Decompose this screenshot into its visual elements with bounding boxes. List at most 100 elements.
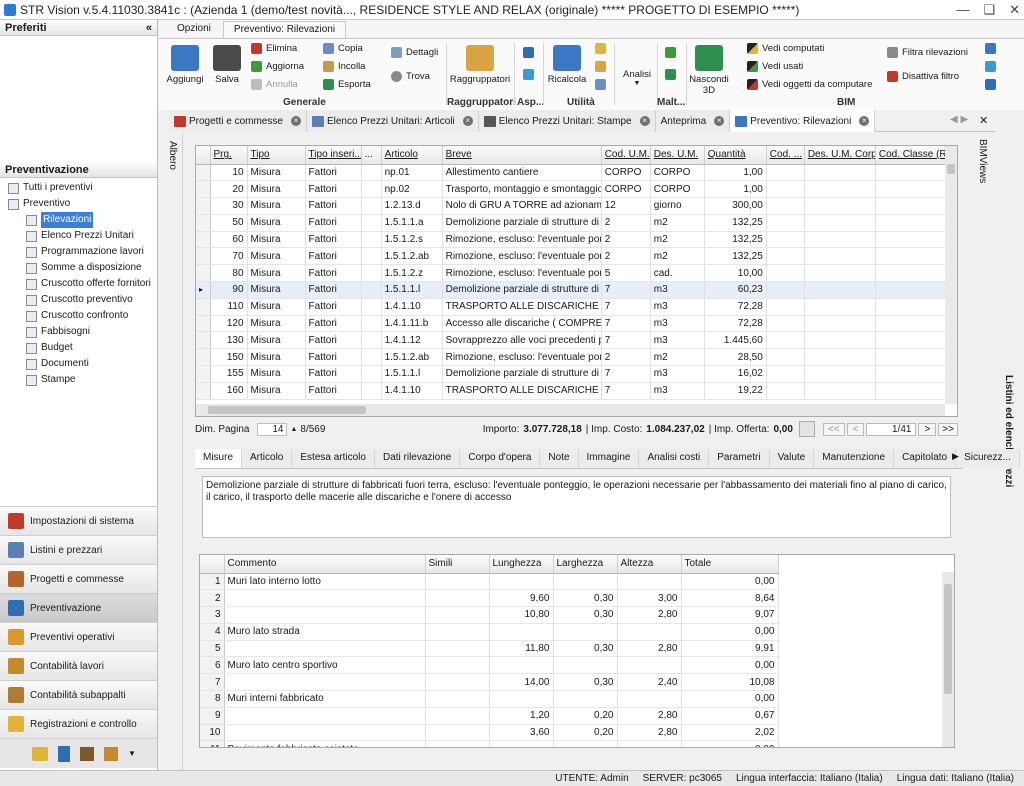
- table-cell[interactable]: 7: [601, 382, 651, 400]
- measures-cell[interactable]: 10,08: [681, 673, 779, 692]
- table-cell[interactable]: 1.5.1.1.l: [381, 281, 443, 299]
- row-selector[interactable]: [196, 365, 211, 383]
- measures-cell[interactable]: [489, 690, 554, 708]
- detail-tab[interactable]: Capitolato: [894, 449, 957, 468]
- measures-cell[interactable]: 0,30: [553, 673, 618, 692]
- table-cell[interactable]: 5: [601, 264, 651, 283]
- measures-cell[interactable]: [224, 606, 426, 624]
- measures-column-header[interactable]: Altezza: [617, 555, 682, 574]
- table-cell[interactable]: Rimozione, escluso: l'eventuale ponte...: [442, 231, 602, 249]
- row-selector[interactable]: [196, 298, 211, 316]
- measures-cell[interactable]: 2,02: [681, 724, 779, 742]
- measures-cell[interactable]: [617, 573, 682, 591]
- detail-tab[interactable]: Misure: [195, 449, 243, 468]
- measures-cell[interactable]: 9,60: [489, 589, 554, 608]
- measures-cell[interactable]: [617, 623, 682, 641]
- measures-cell[interactable]: Muri interni fabbricato: [224, 690, 426, 708]
- utility-button-2[interactable]: [595, 61, 610, 72]
- table-cell[interactable]: [875, 231, 947, 249]
- table-cell[interactable]: [804, 348, 876, 367]
- key-icon[interactable]: [32, 746, 48, 761]
- table-cell[interactable]: [804, 298, 876, 316]
- ricalcola-button[interactable]: Ricalcola: [545, 45, 589, 85]
- detail-tab[interactable]: Corpo d'opera: [460, 449, 541, 468]
- close-tab-icon[interactable]: ×: [462, 116, 473, 126]
- measures-row[interactable]: 1 Muri lato interno lotto 0,00: [200, 573, 779, 591]
- table-cell[interactable]: [804, 197, 876, 215]
- measures-row[interactable]: 10 3,60 0,20 2,80 2,02: [200, 724, 779, 742]
- table-cell[interactable]: 1.2.13.d: [381, 197, 443, 215]
- bimviews-tab[interactable]: BIMViews: [977, 139, 988, 183]
- table-cell[interactable]: Fattori: [305, 264, 362, 283]
- measures-cell[interactable]: [224, 707, 426, 725]
- disattiva-filtro-button[interactable]: Disattiva filtro: [887, 71, 959, 82]
- measures-cell[interactable]: [617, 740, 682, 747]
- table-cell[interactable]: [361, 214, 382, 232]
- measures-cell[interactable]: Pavimento fabbricato esistete: [224, 740, 426, 747]
- collapse-icon[interactable]: «: [146, 22, 152, 34]
- table-cell[interactable]: [766, 382, 805, 400]
- table-cell[interactable]: [361, 382, 382, 400]
- table-cell[interactable]: [361, 315, 382, 333]
- table-cell[interactable]: 132,25: [704, 231, 767, 249]
- table-cell[interactable]: 1,00: [704, 164, 767, 182]
- table-cell[interactable]: Misura: [247, 164, 306, 182]
- measures-cell[interactable]: 3,60: [489, 724, 554, 742]
- annulla-button[interactable]: Annulla: [251, 79, 298, 90]
- table-cell[interactable]: [766, 180, 805, 199]
- nav-module-button[interactable]: Preventivi operativi: [0, 622, 157, 651]
- row-selector[interactable]: [196, 382, 211, 400]
- measures-cell[interactable]: [553, 573, 618, 591]
- table-cell[interactable]: Allestimento cantiere: [442, 164, 602, 182]
- table-row[interactable]: 160 Misura Fattori 1.4.1.10 TRASPORTO ALLE D…: [196, 382, 947, 400]
- measures-cell[interactable]: [425, 573, 490, 591]
- measures-cell[interactable]: 0,00: [681, 690, 779, 708]
- table-cell[interactable]: TRASPORTO ALLE DISCARICHE di ma...: [442, 298, 602, 316]
- measures-cell[interactable]: Muro lato strada: [224, 623, 426, 641]
- sidebar-tree-item[interactable]: Budget: [4, 340, 153, 356]
- measures-cell[interactable]: 3,00: [617, 589, 682, 608]
- detail-tab[interactable]: Immagine: [578, 449, 640, 468]
- table-cell[interactable]: 16,02: [704, 365, 767, 383]
- column-header[interactable]: Cod. U.M.: [601, 146, 651, 165]
- table-cell[interactable]: m2: [650, 214, 705, 232]
- table-cell[interactable]: CORPO: [601, 164, 651, 182]
- tabs-scroll-right-icon[interactable]: ▶: [952, 451, 959, 462]
- aggiungi-button[interactable]: Aggiungi: [163, 45, 207, 85]
- measures-cell[interactable]: [489, 623, 554, 641]
- row-selector[interactable]: [196, 164, 211, 182]
- table-row[interactable]: 70 Misura Fattori 1.5.1.2.ab Rimozione, escl…: [196, 247, 947, 266]
- table-cell[interactable]: [361, 348, 382, 367]
- table-cell[interactable]: m3: [650, 315, 705, 333]
- close-tab-icon[interactable]: ×: [639, 116, 650, 126]
- notebook-icon[interactable]: [80, 746, 94, 761]
- row-selector[interactable]: [196, 197, 211, 215]
- measures-cell[interactable]: Muri lato interno lotto: [224, 573, 426, 591]
- table-row[interactable]: 110 Misura Fattori 1.4.1.10 TRASPORTO ALLE D…: [196, 298, 947, 316]
- measures-cell[interactable]: Muro lato centro sportivo: [224, 656, 426, 675]
- esporta-button[interactable]: Esporta: [323, 79, 371, 90]
- sidebar-tree-item[interactable]: Preventivo: [4, 196, 153, 212]
- nav-module-button[interactable]: Contabilità subappalti: [0, 680, 157, 709]
- column-header[interactable]: Tipo: [247, 146, 306, 165]
- table-row[interactable]: 60 Misura Fattori 1.5.1.2.s Rimozione, esclu…: [196, 231, 947, 249]
- doc-tab-articoli[interactable]: Elenco Prezzi Unitari: Articoli ×: [306, 110, 479, 132]
- page-size-spinner-icon[interactable]: ▲: [290, 426, 297, 433]
- table-cell[interactable]: m3: [650, 298, 705, 316]
- measures-cell[interactable]: 2,80: [617, 640, 682, 658]
- dettagli-button[interactable]: Dettagli: [391, 47, 438, 58]
- table-cell[interactable]: [361, 231, 382, 249]
- table-cell[interactable]: [766, 298, 805, 316]
- raggruppatori-button[interactable]: Raggruppatori: [449, 45, 511, 85]
- table-cell[interactable]: 60: [210, 231, 248, 249]
- table-cell[interactable]: Misura: [247, 382, 306, 400]
- detail-tab[interactable]: Note: [540, 449, 579, 468]
- table-cell[interactable]: 132,25: [704, 214, 767, 232]
- tools-icon[interactable]: [104, 746, 118, 761]
- table-cell[interactable]: 2: [601, 247, 651, 266]
- table-cell[interactable]: m2: [650, 231, 705, 249]
- measures-cell[interactable]: 2,40: [617, 673, 682, 692]
- measures-cell[interactable]: 14,00: [489, 673, 554, 692]
- measures-cell[interactable]: 8,64: [681, 589, 779, 608]
- measures-cell[interactable]: 0,30: [553, 640, 618, 658]
